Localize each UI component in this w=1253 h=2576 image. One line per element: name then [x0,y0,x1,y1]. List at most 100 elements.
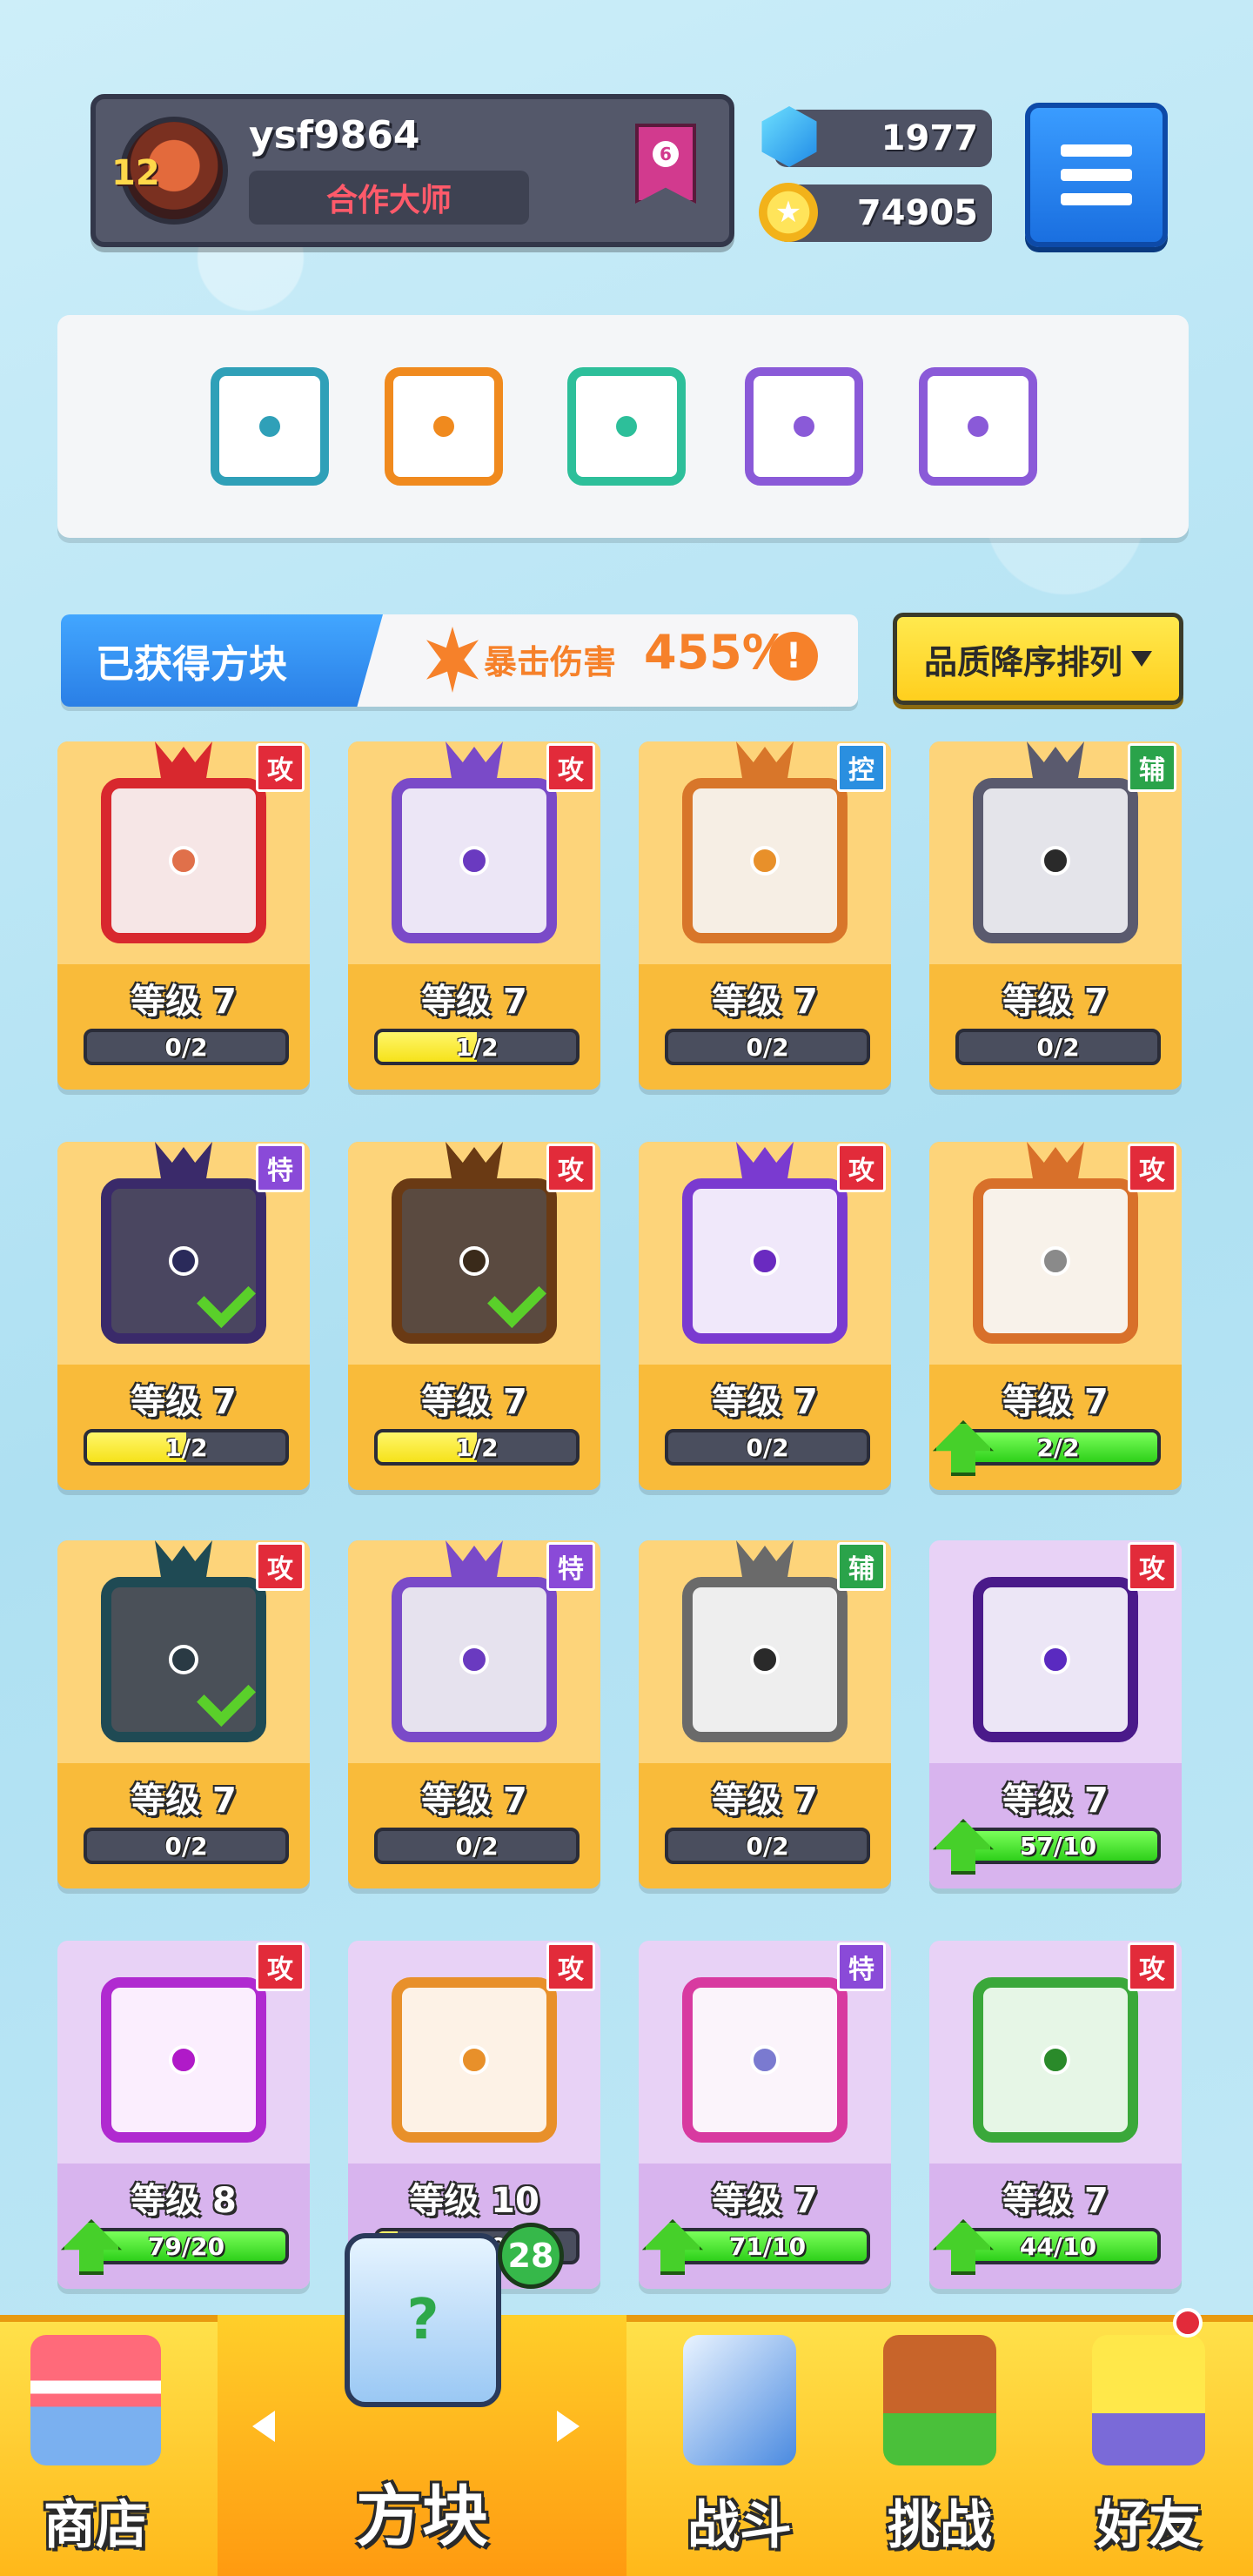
nav-friends[interactable]: 好友 [1044,2315,1253,2576]
block-core-icon [459,2045,489,2075]
block-card[interactable]: 攻 等级 7 0/2 [57,1540,310,1888]
block-art [101,1577,266,1742]
equipped-slot-5[interactable] [919,367,1037,486]
block-card[interactable]: 攻 等级 7 0/2 [57,741,310,1090]
equipped-slot-3[interactable] [567,367,686,486]
signpost-icon [883,2335,996,2465]
nav-friends-label: 好友 [1096,2495,1201,2556]
block-card[interactable]: 特 等级 7 71/10 [639,1941,891,2289]
block-art [392,1977,557,2143]
block-level: 等级 7 [421,1781,527,1821]
menu-line-icon [1061,193,1132,205]
info-alert-icon[interactable]: ! [769,632,818,681]
nav-shop[interactable]: 商店 [0,2315,191,2576]
progress-text: 0/2 [746,1032,789,1062]
block-level: 等级 7 [131,1781,237,1821]
block-level: 等级 7 [421,1382,527,1422]
block-level: 等级 7 [1002,2181,1109,2221]
block-art [682,1178,848,1344]
nav-battle-label: 战斗 [687,2495,792,2556]
block-art [101,778,266,943]
block-level: 等级 7 [1002,982,1109,1022]
crit-damage-value: 455% [644,625,789,680]
progress-text: 0/2 [746,1432,789,1462]
progress-text: 0/2 [164,1831,208,1861]
block-art [392,1178,557,1344]
block-level: 等级 7 [712,1382,818,1422]
shop-icon [30,2335,161,2465]
profile-panel[interactable]: 12 ysf9864 合作大师 6 [90,94,734,247]
nav-blocks[interactable]: 方块 [218,2315,626,2576]
block-core-icon [794,416,814,437]
block-card[interactable]: 攻 等级 7 57/10 [929,1540,1182,1888]
block-core-icon [169,1645,198,1674]
progress-text: 1/2 [455,1032,499,1062]
block-level: 等级 7 [712,2181,818,2221]
block-type-tag: 攻 [1128,1542,1176,1591]
friend-robot-icon [1092,2335,1205,2465]
upgrade-progress-bar: 1/2 [374,1429,580,1466]
block-art [973,778,1138,943]
block-art [973,1977,1138,2143]
progress-text: 1/2 [455,1432,499,1462]
nav-shop-label: 商店 [44,2495,148,2556]
block-art [682,778,848,943]
block-core-icon [459,1246,489,1276]
block-core-icon [750,846,780,875]
sort-dropdown-button[interactable]: 品质降序排列 [893,613,1183,705]
upgrade-progress-bar: 0/2 [955,1029,1161,1065]
equipped-slot-1[interactable] [211,367,329,486]
block-type-tag: 攻 [1128,1144,1176,1192]
block-art [392,1577,557,1742]
coin-icon: ★ [759,183,818,242]
block-card[interactable]: 攻 等级 7 44/10 [929,1941,1182,2289]
block-card[interactable]: 辅 等级 7 0/2 [639,1540,891,1888]
rank-badge-number: 6 [653,141,679,167]
block-card[interactable]: 攻 等级 7 1/2 [348,1142,600,1490]
block-level: 等级 10 [409,2181,539,2221]
notification-dot [1173,2308,1203,2338]
block-art [973,1577,1138,1742]
block-card[interactable]: 特 等级 7 1/2 [57,1142,310,1490]
collection-label: 已获得方块 [61,614,383,707]
block-art [682,1977,848,2143]
block-card[interactable]: 攻 等级 7 1/2 [348,741,600,1090]
progress-text: 0/2 [455,1831,499,1861]
block-card[interactable]: 攻 等级 8 79/20 [57,1941,310,2289]
block-art [101,1178,266,1344]
block-card[interactable]: 特 等级 7 0/2 [348,1540,600,1888]
nav-battle[interactable]: 战斗 [635,2315,844,2576]
progress-text: 0/2 [164,1032,208,1062]
block-type-tag: 攻 [546,743,595,792]
crit-damage-label: 暴击伤害 [484,643,617,681]
block-card[interactable]: 辅 等级 7 0/2 [929,741,1182,1090]
block-level: 等级 7 [131,1382,237,1422]
dropdown-arrow-icon [1131,651,1152,667]
block-type-tag: 攻 [837,1144,886,1192]
nav-blocks-label: 方块 [356,2478,488,2555]
upgrade-progress-bar: 1/2 [84,1429,289,1466]
equipped-slot-4[interactable] [745,367,863,486]
nav-challenge[interactable]: 挑战 [835,2315,1044,2576]
block-level: 等级 8 [131,2181,237,2221]
upgrade-progress-bar: 0/2 [84,1828,289,1864]
sort-label: 品质降序排列 [923,642,1122,681]
upgrade-progress-bar: 0/2 [84,1029,289,1065]
upgrade-progress-bar: 0/2 [665,1029,870,1065]
block-type-tag: 特 [256,1144,305,1192]
block-level: 等级 7 [1002,1382,1109,1422]
block-type-tag: 攻 [546,1942,595,1991]
equipped-slot-2[interactable] [385,367,503,486]
equipped-deck-panel [57,315,1189,538]
block-card[interactable]: 攻 等级 7 0/2 [639,1142,891,1490]
block-card[interactable]: 攻 等级 7 2/2 [929,1142,1182,1490]
block-core-icon [1041,1246,1070,1276]
menu-button[interactable] [1025,103,1168,247]
block-type-tag: 辅 [837,1542,886,1591]
block-art [973,1178,1138,1344]
username: ysf9864 [249,113,420,158]
block-card[interactable]: 控 等级 7 0/2 [639,741,891,1090]
block-type-tag: 攻 [1128,1942,1176,1991]
avatar-level: 12 [111,153,160,193]
block-core-icon [433,416,454,437]
